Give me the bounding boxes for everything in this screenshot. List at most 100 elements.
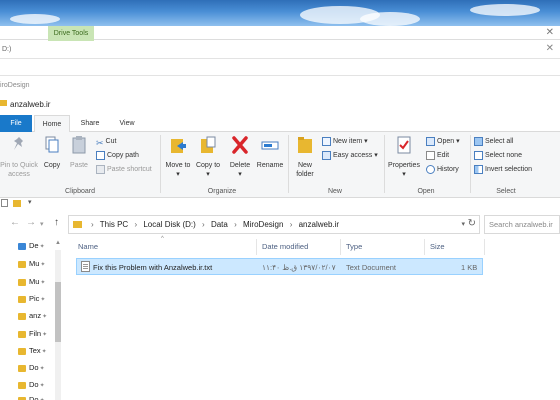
nav-item-documents[interactable]: Do✦ bbox=[18, 362, 45, 374]
chevron-right-icon: › bbox=[91, 220, 94, 229]
chevron-down-icon[interactable]: ▾ bbox=[461, 220, 465, 228]
history-button[interactable]: History bbox=[426, 164, 459, 176]
background-window-2[interactable]: D:) bbox=[0, 41, 560, 59]
back-icon[interactable]: ← bbox=[10, 217, 20, 228]
nav-scrollbar-thumb[interactable] bbox=[55, 282, 61, 342]
nav-item-documents-2[interactable]: Do✦ bbox=[18, 394, 45, 400]
drive-tools-tab[interactable]: Drive Tools bbox=[48, 26, 94, 41]
nav-item-film[interactable]: Filn✦ bbox=[18, 328, 47, 340]
copy-to-label: Copy to bbox=[195, 162, 221, 169]
column-divider[interactable] bbox=[256, 239, 257, 255]
nav-item-desktop[interactable]: De✦ bbox=[18, 240, 45, 252]
nav-item-music[interactable]: Mu✦ bbox=[18, 258, 45, 270]
dropdown-icon: ▾ bbox=[402, 171, 406, 178]
refresh-icon[interactable]: ↻ bbox=[468, 218, 476, 229]
up-icon[interactable]: ↑ bbox=[54, 217, 59, 228]
folder-icon bbox=[18, 396, 26, 400]
recent-locations-icon[interactable]: ▾ bbox=[40, 220, 44, 228]
tab-home[interactable]: Home bbox=[34, 115, 70, 133]
breadcrumb-local-disk[interactable]: Local Disk (D:) bbox=[143, 220, 195, 229]
file-size: 1 KB bbox=[461, 263, 478, 272]
cut-label: Cut bbox=[105, 138, 117, 145]
properties-icon[interactable] bbox=[1, 199, 8, 207]
scroll-up-icon[interactable]: ▲ bbox=[55, 240, 61, 246]
properties-button[interactable]: Properties ▾ bbox=[386, 135, 422, 179]
column-divider[interactable] bbox=[484, 239, 485, 255]
copy-to-icon bbox=[201, 136, 216, 153]
breadcrumb-data[interactable]: Data bbox=[211, 220, 228, 229]
delete-button[interactable]: Delete ▾ bbox=[226, 135, 254, 179]
close-icon[interactable]: ✕ bbox=[546, 43, 554, 54]
column-header-date-modified[interactable]: Date modified bbox=[262, 242, 308, 251]
delete-icon bbox=[232, 136, 248, 154]
pin-icon: ✦ bbox=[39, 383, 45, 389]
invert-selection-label: Invert selection bbox=[485, 166, 533, 173]
invert-selection-button[interactable]: Invert selection bbox=[474, 164, 532, 176]
open-button[interactable]: Open ▾ bbox=[426, 136, 460, 148]
cloud-decoration bbox=[470, 4, 540, 16]
new-item-button[interactable]: New item ▾ bbox=[322, 136, 368, 148]
select-all-icon bbox=[474, 136, 483, 146]
column-header-size[interactable]: Size bbox=[430, 242, 445, 251]
folder-icon[interactable] bbox=[13, 200, 21, 207]
search-input[interactable]: Search anzalweb.ir bbox=[484, 215, 560, 234]
nav-item-anzalweb[interactable]: anz✦ bbox=[18, 310, 47, 322]
new-folder-button[interactable]: New folder bbox=[292, 135, 318, 179]
pin-icon bbox=[14, 137, 23, 150]
ribbon-home: Pin to Quick access Copy Paste ✂ Cut Copy… bbox=[0, 132, 560, 198]
new-folder-label: New folder bbox=[296, 162, 314, 178]
nav-item-label: Tex bbox=[29, 346, 41, 355]
forward-icon[interactable]: → bbox=[26, 217, 36, 228]
window-titlebar[interactable]: anzalweb.ir bbox=[0, 94, 560, 114]
easy-access-button[interactable]: Easy access ▾ bbox=[322, 150, 378, 162]
rename-button[interactable]: Rename bbox=[255, 135, 285, 170]
nav-item-downloads[interactable]: Do✦ bbox=[18, 379, 45, 391]
cut-button[interactable]: ✂ Cut bbox=[96, 136, 116, 148]
copy-icon bbox=[45, 136, 59, 153]
background-window-3[interactable] bbox=[0, 60, 560, 76]
close-icon[interactable]: ✕ bbox=[546, 27, 554, 38]
select-all-button[interactable]: Select all bbox=[474, 136, 513, 148]
column-divider[interactable] bbox=[340, 239, 341, 255]
select-all-label: Select all bbox=[485, 138, 514, 145]
open-icon bbox=[426, 136, 435, 146]
pin-icon: ✦ bbox=[41, 349, 47, 355]
nav-item-pictures[interactable]: Pic✦ bbox=[18, 293, 45, 305]
folder-icon bbox=[18, 260, 26, 268]
move-to-button[interactable]: Move to ▾ bbox=[164, 135, 192, 179]
column-header-name[interactable]: Name bbox=[78, 242, 98, 251]
select-none-label: Select none bbox=[485, 152, 522, 159]
copy-path-button[interactable]: Copy path bbox=[96, 150, 139, 162]
paste-shortcut-button[interactable]: Paste shortcut bbox=[96, 164, 152, 176]
tab-view[interactable]: View bbox=[110, 115, 144, 132]
copy-button[interactable]: Copy bbox=[40, 135, 64, 170]
select-none-button[interactable]: Select none bbox=[474, 150, 522, 162]
breadcrumb-anzalweb[interactable]: anzalweb.ir bbox=[299, 220, 339, 229]
pin-to-quick-access-button[interactable]: Pin to Quick access bbox=[0, 135, 38, 179]
dropdown-icon: ▾ bbox=[206, 171, 210, 178]
copy-to-button[interactable]: Copy to ▾ bbox=[194, 135, 222, 179]
easy-access-label: Easy access bbox=[333, 152, 373, 159]
column-divider[interactable] bbox=[424, 239, 425, 255]
nav-item-text[interactable]: Tex✦ bbox=[18, 345, 47, 357]
edit-button[interactable]: Edit bbox=[426, 150, 449, 162]
folder-icon bbox=[18, 295, 26, 303]
address-bar[interactable]: › This PC › Local Disk (D:) › Data › Mir… bbox=[68, 215, 480, 234]
clipboard-group-label: Clipboard bbox=[65, 188, 95, 195]
nav-item-music-2[interactable]: Mu✦ bbox=[18, 276, 45, 288]
cloud-decoration bbox=[10, 14, 60, 24]
breadcrumb-mirodesign[interactable]: MiroDesign bbox=[243, 220, 283, 229]
customize-toolbar-icon[interactable]: ▾ bbox=[28, 198, 32, 206]
background-window-4[interactable]: iroDesign bbox=[0, 77, 560, 94]
nav-item-label: Do bbox=[29, 395, 39, 400]
desktop-wallpaper bbox=[0, 0, 560, 26]
column-header-type[interactable]: Type bbox=[346, 242, 362, 251]
paste-button[interactable]: Paste bbox=[66, 135, 92, 170]
table-row[interactable]: Fix this Problem with Anzalweb.ir.txt ۱۳… bbox=[76, 258, 483, 275]
tab-file[interactable]: File bbox=[0, 115, 32, 132]
desktop-icon bbox=[18, 242, 26, 250]
nav-item-label: Do bbox=[29, 363, 39, 372]
edit-label: Edit bbox=[437, 152, 450, 159]
tab-share[interactable]: Share bbox=[74, 115, 106, 132]
breadcrumb-this-pc[interactable]: This PC bbox=[100, 220, 128, 229]
